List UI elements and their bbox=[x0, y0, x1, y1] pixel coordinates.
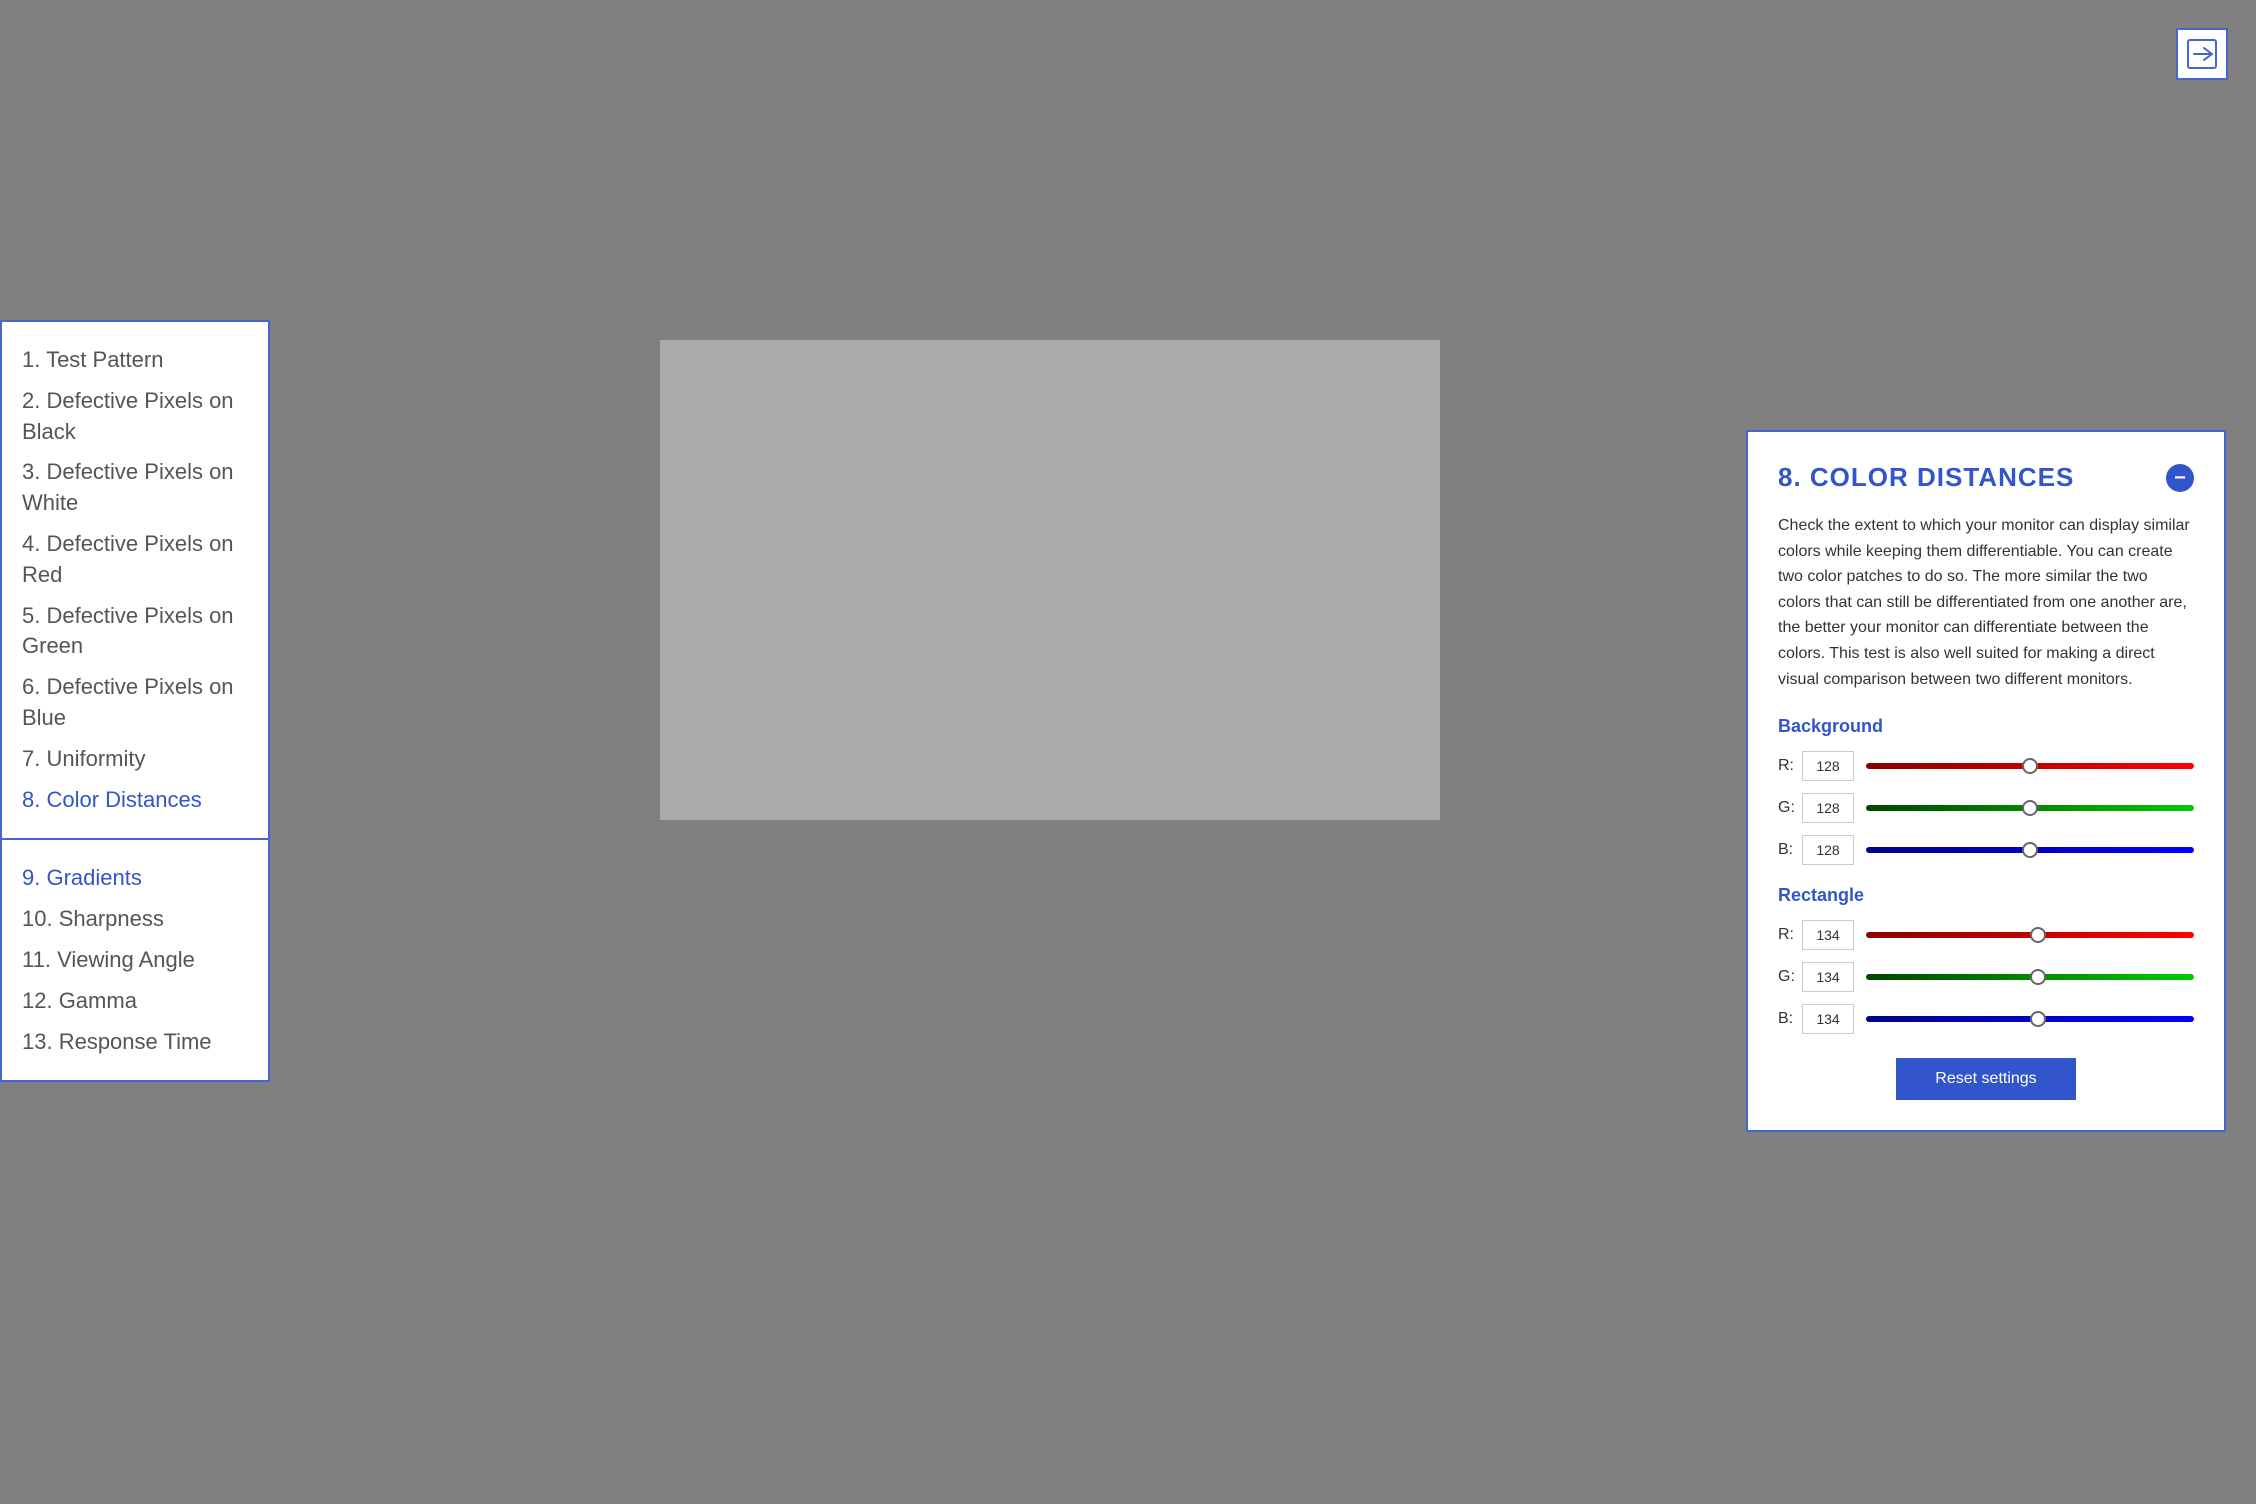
panel-title: 8. COLOR DISTANCES bbox=[1778, 462, 2074, 493]
bg-blue-row: B: bbox=[1778, 835, 2194, 865]
rectangle-label: Rectangle bbox=[1778, 885, 2194, 906]
panel-description: Check the extent to which your monitor c… bbox=[1778, 513, 2194, 692]
nav-item-6[interactable]: 6. Defective Pixels on Blue bbox=[22, 667, 248, 739]
rect-red-label: R: bbox=[1778, 926, 1802, 944]
rect-blue-label: B: bbox=[1778, 1010, 1802, 1028]
rect-green-slider-container bbox=[1866, 967, 2194, 987]
nav-item-7[interactable]: 7. Uniformity bbox=[22, 739, 248, 780]
nav-section-2: 9. Gradients 10. Sharpness 11. Viewing A… bbox=[2, 840, 268, 1080]
nav-item-12[interactable]: 12. Gamma bbox=[22, 981, 248, 1022]
bg-green-input[interactable] bbox=[1802, 793, 1854, 823]
rect-blue-slider-container bbox=[1866, 1009, 2194, 1029]
bg-blue-track[interactable] bbox=[1866, 847, 2194, 853]
bg-red-slider-container bbox=[1866, 756, 2194, 776]
rect-red-input[interactable] bbox=[1802, 920, 1854, 950]
bg-blue-input[interactable] bbox=[1802, 835, 1854, 865]
bg-red-input[interactable] bbox=[1802, 751, 1854, 781]
nav-item-8[interactable]: 8. Color Distances bbox=[22, 780, 248, 821]
rect-green-input[interactable] bbox=[1802, 962, 1854, 992]
rect-green-thumb[interactable] bbox=[2030, 969, 2046, 985]
rect-red-row: R: bbox=[1778, 920, 2194, 950]
rectangle-section: Rectangle R: G: B: bbox=[1778, 885, 2194, 1034]
bg-green-row: G: bbox=[1778, 793, 2194, 823]
left-navigation-panel: 1. Test Pattern 2. Defective Pixels on B… bbox=[0, 320, 270, 1082]
nav-item-2[interactable]: 2. Defective Pixels on Black bbox=[22, 381, 248, 453]
nav-item-1[interactable]: 1. Test Pattern bbox=[22, 340, 248, 381]
rect-red-slider-container bbox=[1866, 925, 2194, 945]
reset-settings-button[interactable]: Reset settings bbox=[1896, 1058, 2076, 1100]
bg-green-label: G: bbox=[1778, 799, 1802, 817]
bg-green-thumb[interactable] bbox=[2022, 800, 2038, 816]
minimize-button[interactable] bbox=[2166, 464, 2194, 492]
bg-red-thumb[interactable] bbox=[2022, 758, 2038, 774]
rect-blue-track[interactable] bbox=[1866, 1016, 2194, 1022]
rect-red-track[interactable] bbox=[1866, 932, 2194, 938]
bg-green-slider-container bbox=[1866, 798, 2194, 818]
nav-item-4[interactable]: 4. Defective Pixels on Red bbox=[22, 524, 248, 596]
bg-blue-slider-container bbox=[1866, 840, 2194, 860]
rect-red-thumb[interactable] bbox=[2030, 927, 2046, 943]
exit-button[interactable] bbox=[2176, 28, 2228, 80]
rect-green-track[interactable] bbox=[1866, 974, 2194, 980]
rect-green-label: G: bbox=[1778, 968, 1802, 986]
bg-blue-thumb[interactable] bbox=[2022, 842, 2038, 858]
nav-item-10[interactable]: 10. Sharpness bbox=[22, 899, 248, 940]
nav-item-13[interactable]: 13. Response Time bbox=[22, 1022, 248, 1063]
panel-header: 8. COLOR DISTANCES bbox=[1778, 462, 2194, 493]
bg-green-track[interactable] bbox=[1866, 805, 2194, 811]
bg-red-label: R: bbox=[1778, 757, 1802, 775]
nav-item-5[interactable]: 5. Defective Pixels on Green bbox=[22, 596, 248, 668]
background-label: Background bbox=[1778, 716, 2194, 737]
nav-section-1: 1. Test Pattern 2. Defective Pixels on B… bbox=[2, 322, 268, 840]
bg-blue-label: B: bbox=[1778, 841, 1802, 859]
nav-item-11[interactable]: 11. Viewing Angle bbox=[22, 940, 248, 981]
bg-red-track[interactable] bbox=[1866, 763, 2194, 769]
rect-blue-input[interactable] bbox=[1802, 1004, 1854, 1034]
color-distances-panel: 8. COLOR DISTANCES Check the extent to w… bbox=[1746, 430, 2226, 1132]
rect-blue-row: B: bbox=[1778, 1004, 2194, 1034]
bg-red-row: R: bbox=[1778, 751, 2194, 781]
center-preview-area bbox=[660, 340, 1440, 820]
rect-green-row: G: bbox=[1778, 962, 2194, 992]
nav-item-9[interactable]: 9. Gradients bbox=[22, 858, 248, 899]
background-section: Background R: G: B: bbox=[1778, 716, 2194, 865]
nav-item-3[interactable]: 3. Defective Pixels on White bbox=[22, 452, 248, 524]
rect-blue-thumb[interactable] bbox=[2030, 1011, 2046, 1027]
